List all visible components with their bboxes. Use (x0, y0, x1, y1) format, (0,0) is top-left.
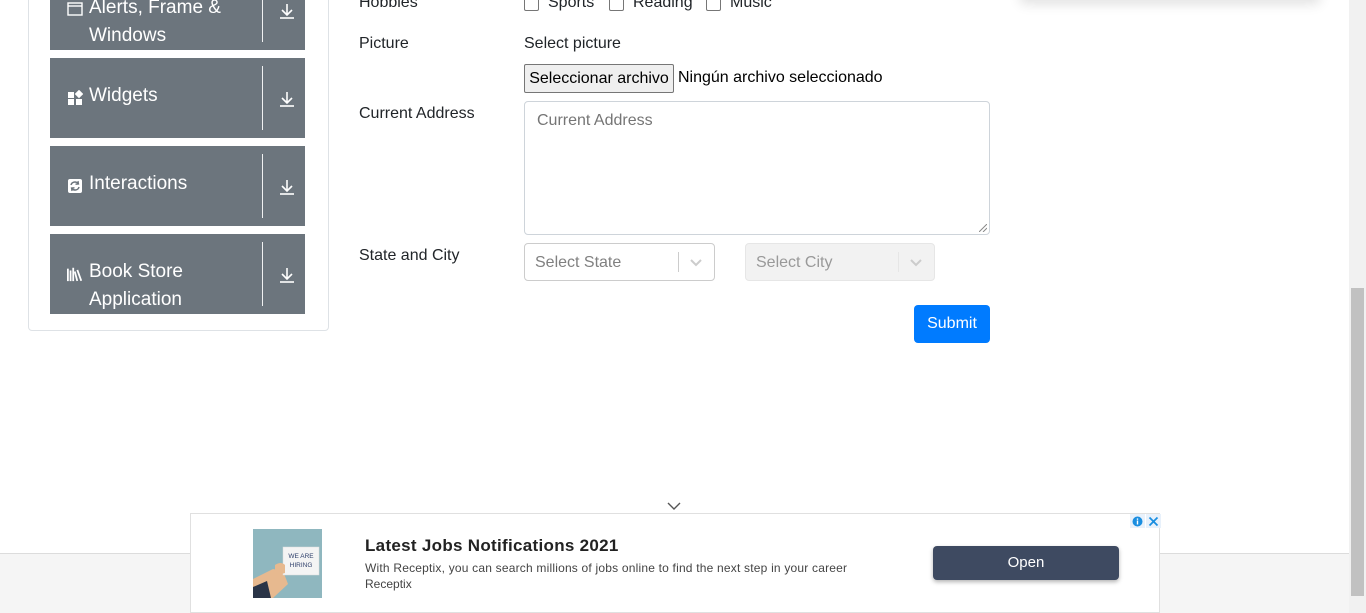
state-select-placeholder: Select State (535, 254, 622, 271)
sidebar-group-book-store[interactable]: Book Store Application (50, 234, 305, 314)
sidebar-group-alerts-frame-windows[interactable]: Alerts, Frame & Windows (50, 0, 305, 50)
city-select-placeholder: Select City (756, 254, 833, 271)
window-icon (67, 1, 83, 17)
hobbies-label: Hobbies (359, 0, 418, 11)
file-status-text: Ningún archivo seleccionado (678, 69, 883, 86)
sidebar-group-label: Interactions (89, 173, 188, 194)
sidebar-group-label: Alerts, Frame & Windows (89, 0, 221, 46)
ad-title[interactable]: Latest Jobs Notifications 2021 (365, 536, 619, 556)
interactions-icon (67, 178, 83, 194)
scrollbar[interactable] (1349, 0, 1366, 613)
sidebar-group-widgets[interactable]: Widgets (50, 58, 305, 138)
download-arrow-icon[interactable] (276, 88, 298, 110)
books-icon (67, 266, 83, 282)
current-address-label: Current Address (359, 105, 475, 122)
resize-grip-icon[interactable] (979, 224, 987, 232)
widgets-icon (67, 90, 83, 106)
ad-image-text-line2: HIRING (290, 562, 313, 569)
select-picture-hint: Select picture (524, 35, 621, 52)
ad-close-icon[interactable] (1146, 514, 1161, 528)
checkbox-sports[interactable] (524, 0, 539, 11)
ad-open-button[interactable]: Open (933, 546, 1119, 580)
sidebar-group-label: Widgets (89, 85, 158, 106)
checkbox-label-sports[interactable]: Sports (548, 0, 594, 12)
chevron-down-icon[interactable] (666, 500, 682, 512)
select-separator (898, 252, 899, 272)
download-arrow-icon[interactable] (276, 0, 298, 22)
group-divider (262, 242, 263, 306)
select-separator (678, 252, 679, 272)
scrollbar-thumb[interactable] (1351, 288, 1364, 596)
city-select[interactable]: Select City (745, 243, 935, 281)
state-select[interactable]: Select State (524, 243, 715, 281)
choose-file-button[interactable]: Seleccionar archivo (524, 64, 674, 93)
state-city-label: State and City (359, 247, 460, 264)
sidebar-group-interactions[interactable]: Interactions (50, 146, 305, 226)
ad-image: WE ARE HIRING (253, 529, 322, 598)
page: Alerts, Frame & Windows Widgets Interact… (0, 0, 1366, 613)
ad-brand: Receptix (365, 577, 412, 591)
sidebar-group-label: Book Store Application (89, 261, 183, 310)
group-divider (262, 0, 263, 42)
ad-banner[interactable]: WE ARE HIRING Latest Jobs Notifications … (190, 513, 1161, 613)
group-divider (262, 66, 263, 130)
ad-description: With Receptix, you can search millions o… (365, 561, 848, 575)
ad-info-icon[interactable] (1130, 514, 1145, 528)
checkbox-music[interactable] (706, 0, 721, 11)
current-address-input[interactable]: Current Address (524, 101, 990, 235)
download-arrow-icon[interactable] (276, 176, 298, 198)
checkbox-label-music[interactable]: Music (730, 0, 772, 12)
checkbox-reading[interactable] (609, 0, 624, 11)
chevron-down-icon[interactable] (689, 255, 703, 269)
checkbox-label-reading[interactable]: Reading (633, 0, 693, 12)
ad-image-text-line1: WE ARE (288, 553, 314, 560)
current-address-placeholder: Current Address (537, 112, 653, 129)
download-arrow-icon[interactable] (276, 264, 298, 286)
picture-label: Picture (359, 35, 409, 52)
group-divider (262, 154, 263, 218)
chevron-down-icon[interactable] (909, 255, 923, 269)
submit-button[interactable]: Submit (914, 305, 990, 343)
